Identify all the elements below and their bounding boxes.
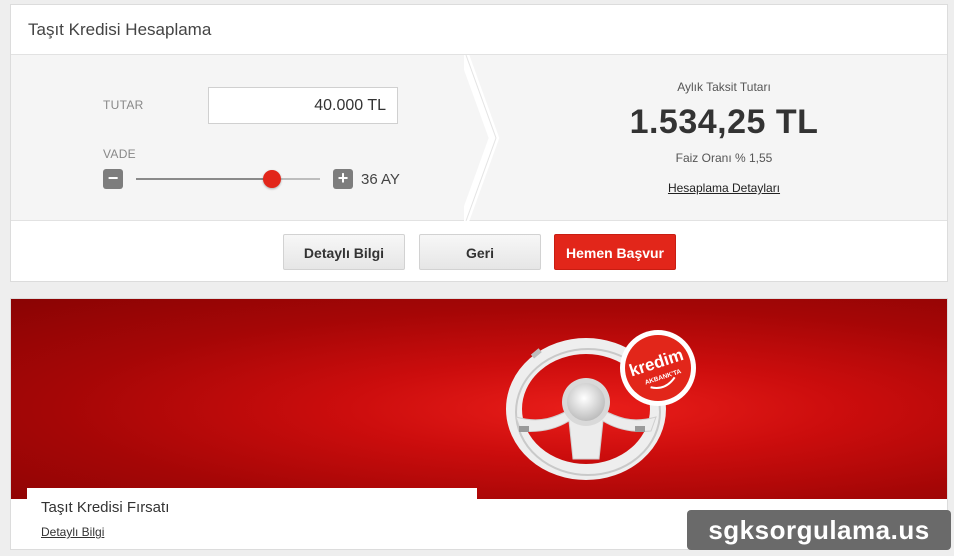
monthly-payment-result: Aylık Taksit Tutarı 1.534,25 TL Faiz Ora… [501, 55, 947, 221]
term-value: 36 AY [361, 171, 400, 188]
back-button[interactable]: Geri [419, 234, 541, 270]
monthly-payment-amount: 1.534,25 TL [629, 103, 819, 141]
apply-now-button[interactable]: Hemen Başvur [554, 234, 676, 270]
calculator-panel: TUTAR 40.000 TL VADE − + 36 AY Aylık Tak… [11, 55, 947, 221]
interest-rate: Faiz Oranı % 1,55 [675, 151, 773, 165]
monthly-payment-label: Aylık Taksit Tutarı [677, 80, 771, 94]
amount-input[interactable]: 40.000 TL [208, 87, 398, 124]
term-increase-button[interactable]: + [333, 169, 353, 189]
calculation-details-link[interactable]: Hesaplama Detayları [501, 181, 947, 195]
plus-icon: + [337, 168, 349, 188]
watermark: sgksorgulama.us [687, 510, 951, 550]
promo-caption: Taşıt Kredisi Fırsatı Detaylı Bilgi [27, 488, 477, 549]
chevron-divider-icon [464, 55, 500, 221]
term-label: VADE [103, 147, 136, 161]
steering-wheel-icon [506, 338, 666, 480]
promo-banner[interactable]: kredim AKBANK'TA [11, 299, 947, 499]
amount-label: TUTAR [103, 98, 144, 112]
term-slider[interactable] [136, 170, 320, 188]
term-decrease-button[interactable]: − [103, 169, 123, 189]
promo-detail-link[interactable]: Detaylı Bilgi [41, 525, 104, 539]
calculator-title: Taşıt Kredisi Hesaplama [11, 5, 947, 55]
action-bar: Detaylı Bilgi Geri Hemen Başvur [11, 222, 947, 282]
detail-info-button[interactable]: Detaylı Bilgi [283, 234, 405, 270]
term-slider-handle[interactable] [263, 170, 282, 188]
kredim-badge-icon: kredim AKBANK'TA [620, 330, 696, 406]
term-slider-fill [136, 178, 273, 180]
promo-title: Taşıt Kredisi Fırsatı [41, 499, 170, 516]
loan-calculator-card: Taşıt Kredisi Hesaplama TUTAR 40.000 TL … [10, 4, 948, 282]
minus-icon: − [107, 168, 119, 188]
